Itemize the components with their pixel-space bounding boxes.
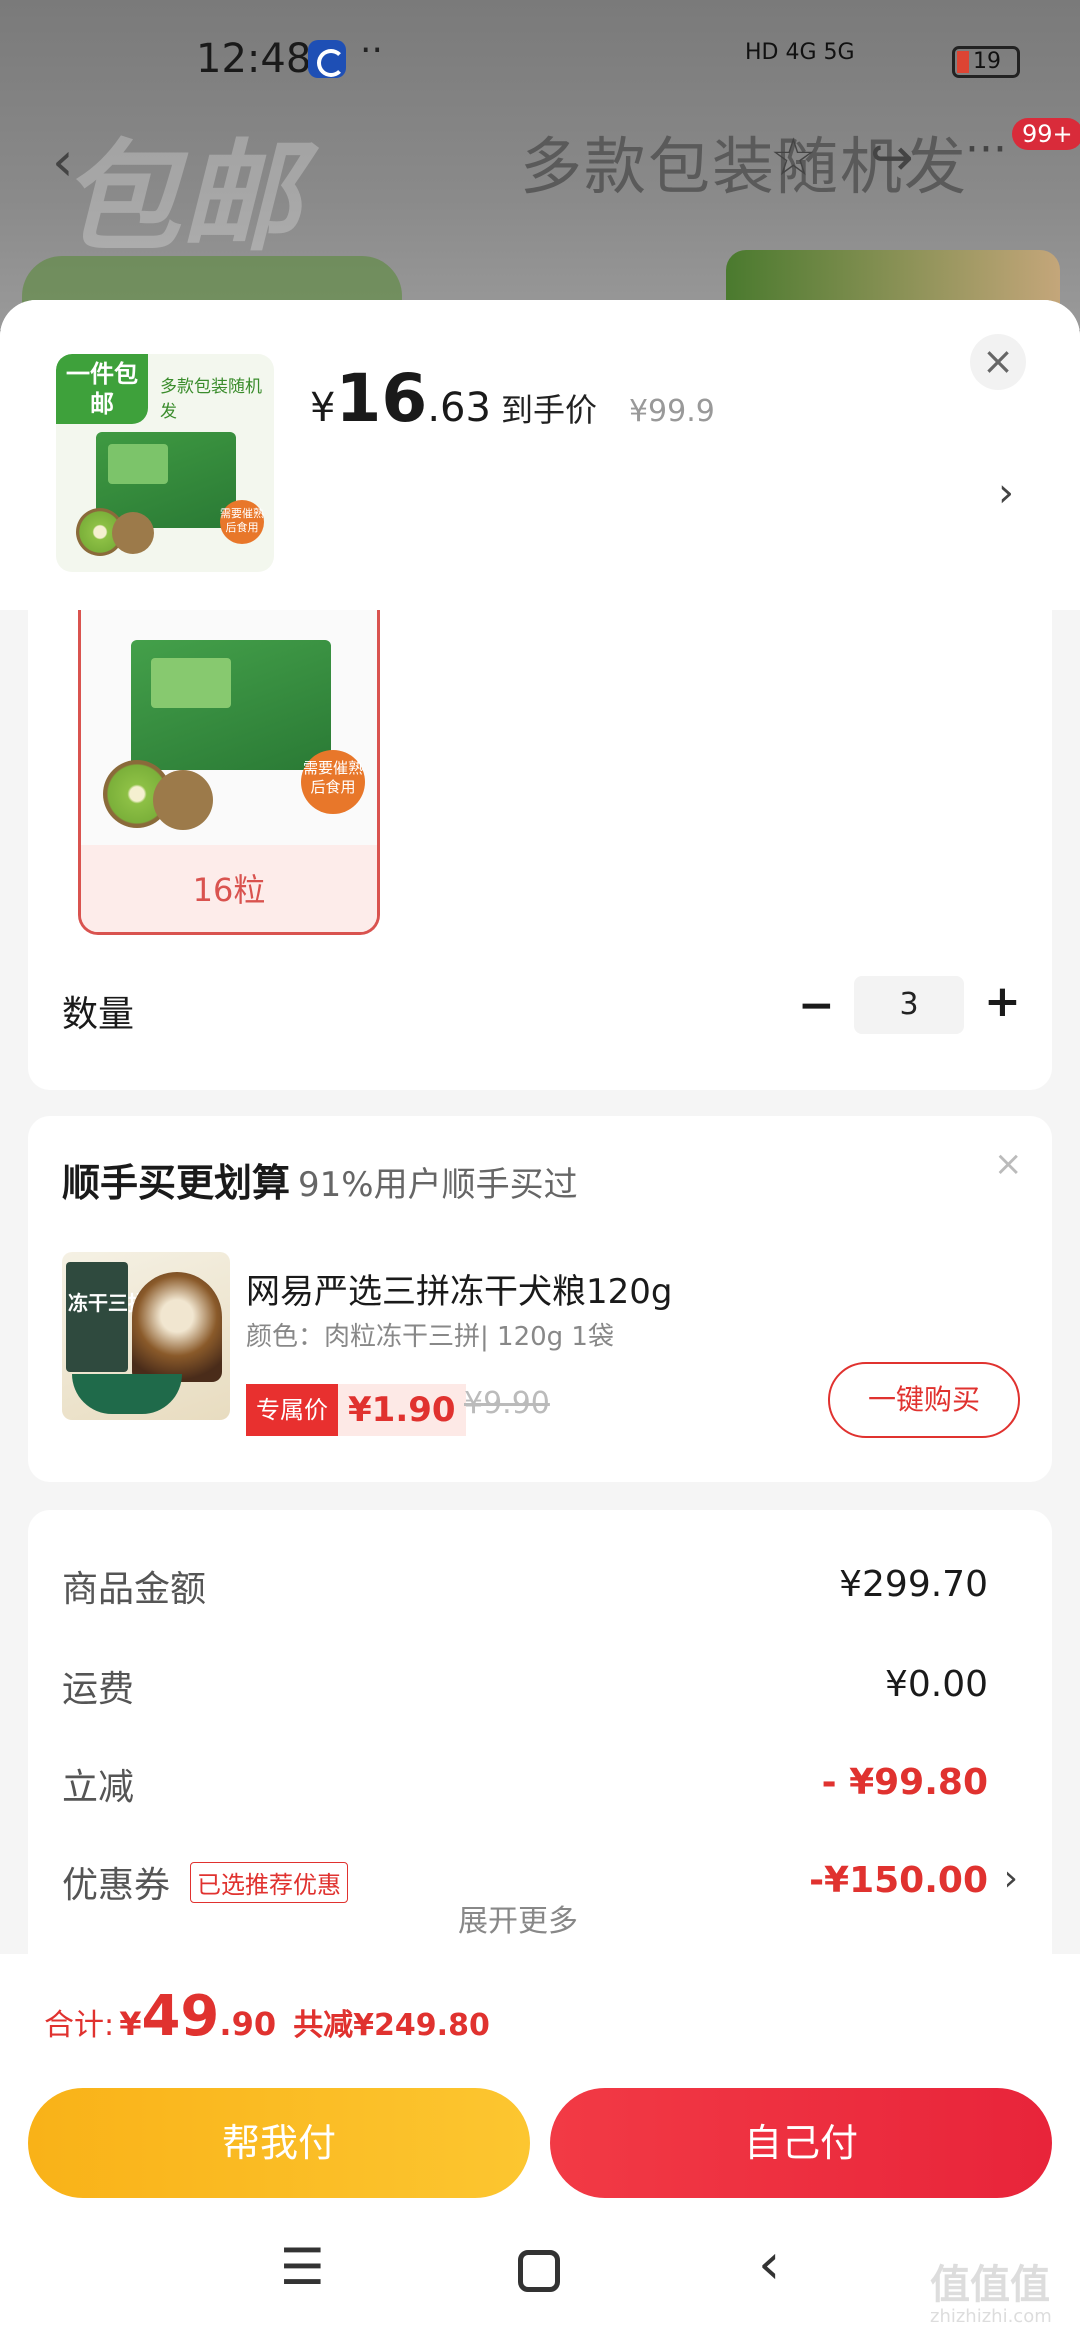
back-arrow-icon: ‹	[52, 130, 74, 193]
system-nav-bar: ☰ ‹	[0, 2210, 1080, 2340]
bowl-image	[72, 1374, 182, 1414]
product-box-image	[131, 640, 331, 770]
free-shipping-tag: 一件包邮	[56, 354, 148, 424]
thumb-subtitle: 多款包装随机发	[160, 377, 262, 422]
recommend-product-image[interactable]: 冻干三拼	[62, 1252, 230, 1420]
home-icon[interactable]	[518, 2250, 560, 2292]
goods-amount-label: 商品金额	[62, 1569, 207, 1610]
product-header: 一件包邮 多款包装随机发 需要催熟后食用 ¥16.63 到手价 ¥99.9 × ›	[0, 300, 1080, 610]
notification-badge: 99+	[1012, 118, 1080, 150]
purchase-sheet: 一件包邮 多款包装随机发 需要催熟后食用 ¥16.63 到手价 ¥99.9 × › …	[0, 300, 1080, 2340]
recommend-card: 顺手买更划算 91%用户顺手买过 × 冻干三拼 网易严选三拼冻干犬粮120g 颜色…	[28, 1116, 1052, 1482]
dog-food-bag	[66, 1262, 128, 1372]
price-symbol: ¥	[310, 385, 336, 431]
shipping-value: ¥0.00	[884, 1664, 988, 1705]
chevron-right-icon: ›	[1003, 1858, 1018, 1899]
close-button[interactable]: ×	[970, 334, 1026, 390]
total-symbol: ¥	[119, 2005, 142, 2043]
ripen-sticker: 需要催熟后食用	[301, 750, 365, 814]
spec-option-label: 16粒	[81, 845, 377, 932]
recommend-product-desc: 颜色：肉粒冻干三拼| 120g 1袋	[246, 1322, 614, 1352]
more-notifications-icon: ··	[360, 30, 383, 71]
original-price: ¥99.9	[628, 394, 715, 429]
spec-section: 需要催熟后食用 16粒 数量 − 3 +	[28, 610, 1052, 1090]
spec-option-selected[interactable]: 需要催熟后食用 16粒	[78, 610, 380, 935]
status-time: 12:48	[196, 36, 312, 82]
discount-row: 立减 - ¥99.80	[62, 1758, 1018, 1814]
share-icon: ↪	[870, 128, 914, 188]
product-thumbnail[interactable]: 一件包邮 多款包装随机发 需要催熟后食用	[56, 354, 274, 572]
watermark-url: zhizhizhi.com	[930, 2306, 1052, 2327]
back-icon[interactable]: ‹	[758, 2232, 780, 2297]
pay-myself-button[interactable]: 自己付	[550, 2088, 1052, 2198]
expand-more-link[interactable]: 展开更多	[458, 1896, 578, 1940]
more-icon: ···	[965, 124, 1007, 175]
status-bar: 12:48 ·· HD 4G 5G 19	[0, 0, 1080, 120]
price-integer: 16	[335, 360, 428, 437]
total-label: 合计:	[44, 2008, 115, 2043]
recommend-title: 顺手买更划算 91%用户顺手买过	[62, 1161, 578, 1205]
recommend-product-name[interactable]: 网易严选三拼冻干犬粮120g	[246, 1264, 672, 1313]
quantity-label: 数量	[62, 994, 135, 1035]
exclusive-label: 专属价	[246, 1384, 338, 1436]
discount-label: 立减	[62, 1767, 135, 1808]
total-decimal: .90	[219, 2005, 277, 2043]
total-saved: 共减¥249.80	[293, 2008, 490, 2043]
quantity-decrease-button[interactable]: −	[798, 980, 835, 1031]
goods-amount-row: 商品金额 ¥299.70	[62, 1560, 1018, 1616]
help-me-pay-button[interactable]: 帮我付	[28, 2088, 530, 2198]
watermark-logo: 值值值	[930, 2262, 1050, 2308]
spec-option-image: 需要催熟后食用	[81, 610, 377, 845]
discount-value: - ¥99.80	[821, 1762, 988, 1803]
app-notification-icon	[308, 40, 346, 78]
chevron-right-icon[interactable]: ›	[998, 470, 1014, 516]
background-header: ‹ 多款包装随机发 ☆ ↪ ··· 99+	[0, 110, 1080, 203]
quantity-increase-button[interactable]: +	[984, 976, 1021, 1027]
coupon-tag: 已选推荐优惠	[190, 1862, 348, 1903]
exclusive-price-tag: 专属价 ¥1.90	[246, 1384, 466, 1436]
goods-amount-value: ¥299.70	[839, 1564, 988, 1605]
signal-icon: HD 4G 5G	[745, 40, 855, 65]
dismiss-recommend-icon[interactable]: ×	[994, 1144, 1023, 1184]
total-block: 合计: ¥49.90 共减¥249.80	[44, 1984, 490, 2049]
price-block: ¥16.63 到手价 ¥99.9	[310, 360, 715, 437]
kiwi-image	[153, 770, 213, 830]
product-box-image	[96, 432, 236, 528]
favorite-star-icon: ☆	[770, 128, 817, 188]
exclusive-price: ¥1.90	[338, 1384, 466, 1436]
menu-icon[interactable]: ☰	[280, 2238, 325, 2296]
dog-image	[132, 1272, 222, 1382]
coupon-label: 优惠券	[62, 1865, 171, 1906]
coupon-value: -¥150.00	[809, 1860, 988, 1901]
battery-icon: 19	[952, 46, 1020, 78]
shipping-row: 运费 ¥0.00	[62, 1660, 1018, 1716]
recommend-percent: 91%用户顺手买过	[298, 1165, 578, 1205]
price-decimal: .63	[427, 385, 491, 431]
one-click-buy-button[interactable]: 一键购买	[828, 1362, 1020, 1438]
shipping-label: 运费	[62, 1669, 135, 1710]
kiwi-image	[112, 512, 154, 554]
quantity-input[interactable]: 3	[854, 976, 964, 1034]
price-label: 到手价	[500, 391, 597, 429]
close-icon: ×	[982, 339, 1014, 383]
total-integer: 49	[141, 1984, 220, 2049]
ripen-sticker: 需要催熟后食用	[220, 500, 264, 544]
recommend-original-price: ¥9.90	[464, 1386, 550, 1421]
